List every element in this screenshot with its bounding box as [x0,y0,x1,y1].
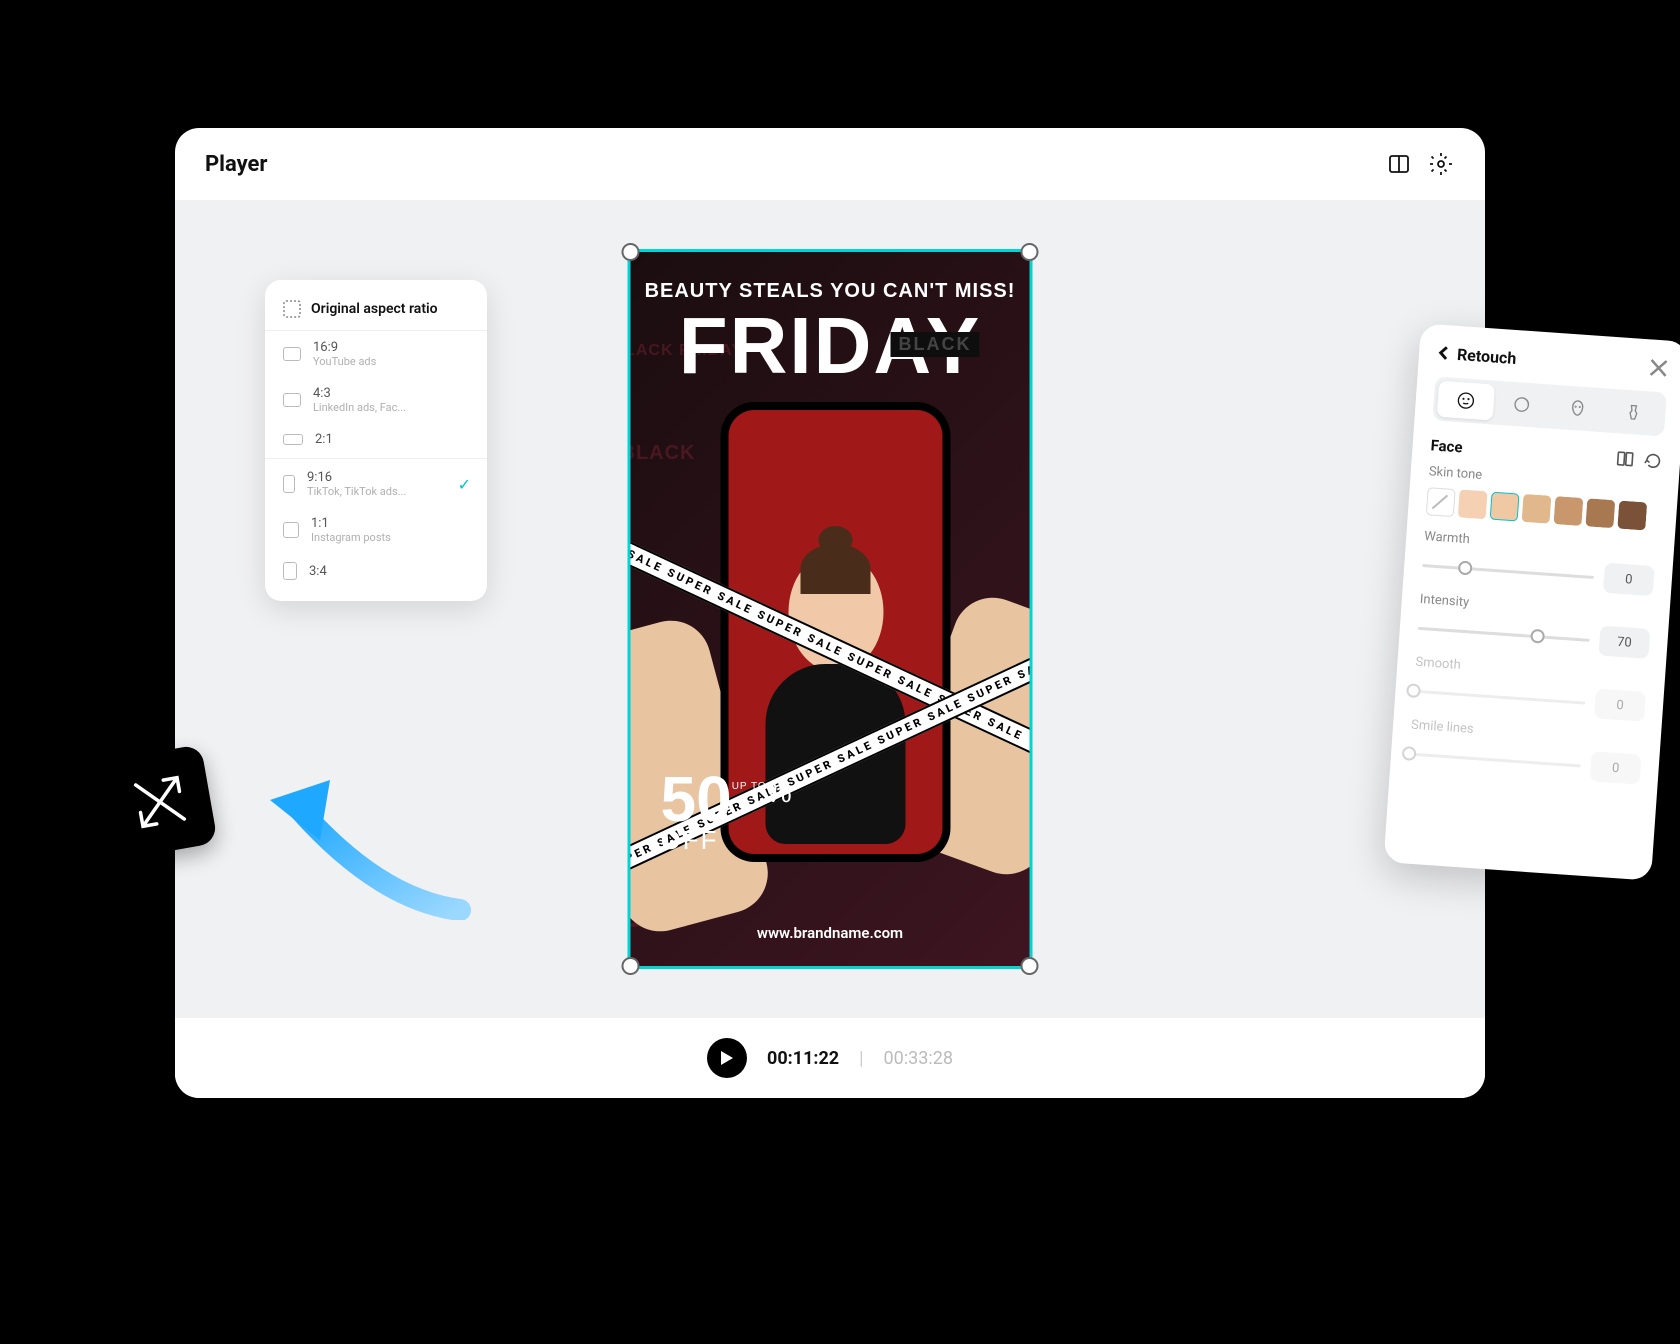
swatch[interactable] [1617,501,1647,531]
aspect-shape-icon [283,562,297,580]
divider [265,458,487,459]
retouch-header: Retouch [1436,343,1669,379]
play-button[interactable] [707,1038,747,1078]
app-header: Player [175,128,1485,200]
slider-value: 0 [1603,563,1655,596]
check-icon: ✓ [458,475,471,494]
aspect-item-4-3[interactable]: 4:3 LinkedIn ads, Fac... [265,377,487,423]
slider-value: 0 [1594,688,1646,721]
slider-knob[interactable] [1531,629,1546,644]
swatch[interactable] [1553,496,1583,526]
aspect-item-9-16[interactable]: 9:16 TikTok, TikTok ads... ✓ [265,461,487,507]
header-actions [1385,150,1455,178]
offer-percent: % [767,777,792,809]
aspect-ratio-label: 2:1 [315,432,333,447]
section-row: Face [1430,436,1663,470]
close-icon[interactable] [1648,357,1669,378]
compare-icon[interactable] [1616,449,1635,468]
section-title: Face [1430,436,1463,456]
aspect-item-16-9[interactable]: 16:9 YouTube ads [265,331,487,377]
aspect-ratio-menu: Original aspect ratio 16:9 YouTube ads 4… [265,280,487,601]
app-window: Player BLACK FRIDAY BLACK DAY BEAUTY STE… [175,128,1485,1098]
slider-track[interactable] [1418,626,1590,641]
brand-url: www.brandname.com [631,924,1030,942]
aspect-ratio-label: 4:3 [313,386,406,401]
reset-icon[interactable] [1644,451,1663,470]
aspect-shape-icon [283,347,301,361]
aspect-ratio-label: 1:1 [311,516,391,531]
retouch-tab-makeup[interactable] [1548,389,1606,429]
slider-warmth: Warmth 0 [1421,529,1656,596]
time-current: 00:11:22 [767,1048,839,1069]
aspect-sub-label: TikTok, TikTok ads... [307,485,406,498]
retouch-panel: Retouch Face Skin tone [1383,323,1680,880]
resize-handle-br[interactable] [1021,957,1039,975]
aspect-item-1-1[interactable]: 1:1 Instagram posts [265,507,487,553]
aspect-sub-label: Instagram posts [311,531,391,544]
aspect-shape-icon [283,434,303,445]
aspect-ratio-label: 3:4 [309,564,327,579]
aspect-item-2-1[interactable]: 2:1 [265,423,487,456]
x-logo-badge [102,744,218,860]
retouch-title: Retouch [1456,344,1517,367]
slider-intensity: Intensity 70 [1417,592,1652,659]
black-overlay-tag: BLACK [891,332,980,357]
slider-value: 0 [1590,751,1642,784]
video-frame[interactable]: BLACK FRIDAY BLACK DAY BEAUTY STEALS YOU… [628,249,1033,969]
retouch-tab-body[interactable] [1604,392,1662,432]
retouch-tabs [1432,376,1667,436]
aspect-item-3-4[interactable]: 3:4 [265,553,487,589]
slider-smile-lines: Smile lines 0 [1408,718,1643,785]
slider-track[interactable] [1409,752,1581,767]
slider-knob[interactable] [1458,561,1473,576]
app-title: Player [205,152,268,177]
split-view-icon[interactable] [1385,150,1413,178]
aspect-sub-label: YouTube ads [313,355,376,368]
retouch-back-button[interactable]: Retouch [1437,343,1518,367]
retouch-tab-face[interactable] [1437,381,1495,421]
resize-handle-bl[interactable] [622,957,640,975]
aspect-ratio-label: 16:9 [313,340,376,355]
swatch-none[interactable] [1426,487,1456,517]
slider-knob[interactable] [1406,683,1421,698]
resize-handle-tl[interactable] [622,243,640,261]
slider-track[interactable] [1413,689,1585,704]
offer-block: 50UP TO% OFF [661,771,792,856]
bg-text: BLACK [631,442,696,465]
video-content: BLACK FRIDAY BLACK DAY BEAUTY STEALS YOU… [631,252,1030,966]
settings-icon[interactable] [1427,150,1455,178]
share-arrow-icon [260,760,500,920]
retouch-tab-reshape[interactable] [1493,385,1551,425]
slider-smooth: Smooth 0 [1412,655,1647,722]
swatch[interactable] [1522,494,1552,524]
swatch[interactable] [1585,498,1615,528]
aspect-shape-icon [283,522,299,538]
aspect-original-option[interactable]: Original aspect ratio [265,292,487,331]
time-separator: | [859,1048,863,1069]
aspect-sub-label: LinkedIn ads, Fac... [313,401,406,414]
swatch[interactable] [1458,489,1488,519]
playback-bar: 00:11:22 | 00:33:28 [175,1018,1485,1098]
slider-knob[interactable] [1402,746,1417,761]
resize-handle-tr[interactable] [1021,243,1039,261]
swatch-row [1426,487,1659,531]
slider-track[interactable] [1422,563,1594,578]
aspect-shape-icon [283,475,295,493]
swatch-selected[interactable] [1490,492,1520,522]
time-total: 00:33:28 [884,1048,953,1069]
aspect-shape-icon [283,393,301,407]
offer-upto: UP TO [732,781,767,792]
slider-value: 70 [1598,626,1650,659]
section-actions [1616,449,1663,470]
original-aspect-icon [283,300,301,318]
aspect-original-label: Original aspect ratio [311,301,438,317]
aspect-ratio-label: 9:16 [307,470,406,485]
